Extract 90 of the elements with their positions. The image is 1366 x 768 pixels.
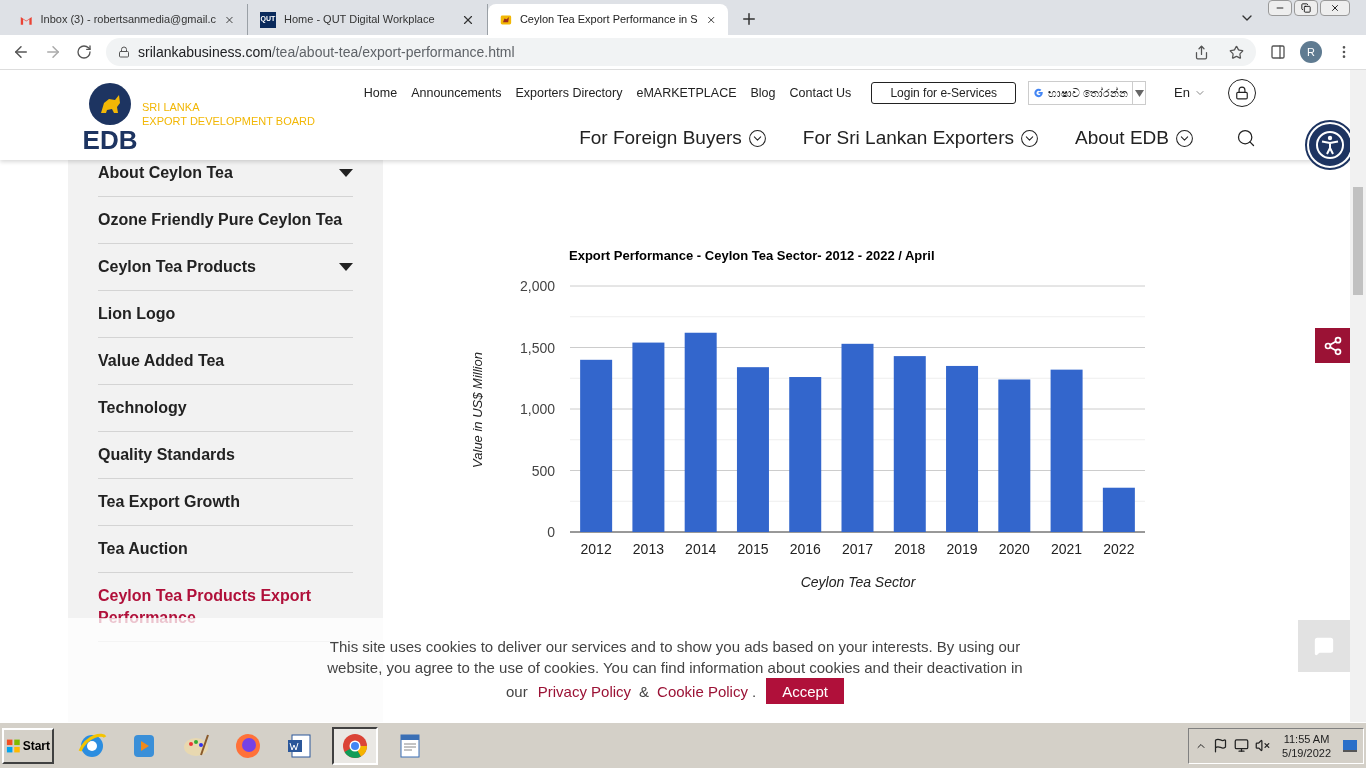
axis-tick-label: 2016 [789,541,821,557]
sidebar-item[interactable]: Ceylon Tea Products [98,244,353,291]
sidebar-item[interactable]: Lion Logo [98,291,353,338]
language-select[interactable]: භාෂාව තෝරන්න [1028,81,1147,105]
sidebar-item[interactable]: Ozone Friendly Pure Ceylon Tea [98,197,353,244]
axis-tick-label: 0 [547,524,555,540]
new-tab-icon[interactable] [740,10,758,28]
sidebar-item[interactable]: Tea Auction [98,526,353,573]
nav-link[interactable]: eMARKETPLACE [636,83,737,103]
axis-tick-label: 500 [531,462,555,479]
caret-icon[interactable] [339,169,353,177]
taskbar-button[interactable] [332,726,378,765]
tab-title: Home - QUT Digital Workplace [284,12,436,28]
axis-tick-label: 1,000 [519,401,555,417]
dropdown-triangle-icon [1134,89,1144,97]
logo-text: EXPORT DEVELOPMENT BOARD [142,114,315,128]
circle-chevron-icon [1020,128,1039,148]
tab-title: Inbox (3) - robertsanmedia@gmail.c [40,12,217,28]
nav-link[interactable]: Blog [750,83,776,103]
caret-icon[interactable] [339,263,353,271]
cookie-policy-link[interactable]: Cookie Policy [657,682,748,700]
lock-icon [1235,86,1249,100]
search-icon[interactable] [1236,128,1256,149]
axis-label: Value in US$ Million [470,352,485,468]
close-button[interactable] [1320,0,1350,16]
main-nav-item[interactable]: For Foreign Buyers [579,124,767,153]
sidebar-item[interactable]: Technology [98,385,353,432]
select-value: භාෂාව තෝරන්න [1048,85,1129,101]
axis-tick-label: 2020 [998,541,1030,557]
axis-tick-label: 2015 [737,541,769,557]
share-icon [1322,335,1343,356]
nav-link[interactable]: Announcements [411,83,502,103]
lock-icon [118,46,130,58]
address-bar[interactable]: srilankabusiness.com/tea/about-tea/export-performance.html [106,38,1256,66]
axis-tick-label: 2017 [841,541,874,557]
url-text: srilankabusiness.com/tea/about-tea/export-performance.html [138,42,515,62]
accessibility-button[interactable] [1307,122,1350,168]
flag-icon[interactable] [1213,738,1229,753]
axis-tick-label: 2022 [1103,541,1135,557]
logo-text: SRI LANKA [142,100,201,114]
axis-tick-label: 2019 [946,541,978,557]
restore-icon [1301,3,1311,13]
sidebar-item[interactable]: Quality Standards [98,432,353,479]
tab-title: Ceylon Tea Export Performance in S [519,12,698,28]
scrollbar[interactable] [1350,70,1366,722]
muted-speaker-icon[interactable] [1255,738,1271,753]
axis-tick-label: 2018 [894,541,926,557]
language-dropdown[interactable]: En [1174,83,1206,103]
windows-flag-icon [6,737,21,754]
reload-icon[interactable] [76,44,92,60]
chart-bar [1102,487,1135,532]
back-icon[interactable] [12,43,30,61]
sidebar-item[interactable]: Value Added Tea [98,338,353,385]
bookmark-star-icon[interactable] [1229,44,1244,60]
close-icon [1330,3,1340,13]
nav-link[interactable]: Home [363,83,398,103]
sidebar-item[interactable]: About Ceylon Tea [98,161,353,197]
network-icon[interactable] [1234,738,1250,753]
privacy-policy-link[interactable]: Privacy Policy [537,682,632,700]
axis-tick-label: 2012 [580,541,612,557]
accept-button[interactable]: Accept [766,678,844,704]
nav-link[interactable]: Exporters Directory [515,83,623,103]
browser-tab[interactable]: Ceylon Tea Export Performance in S [488,4,728,35]
main-nav-item[interactable]: About EDB [1075,124,1194,153]
share-icon[interactable] [1194,44,1209,60]
main-nav-item[interactable]: For Sri Lankan Exporters [802,124,1039,153]
lion-emblem-icon [89,83,131,125]
clock-date: 5/19/2022 [1282,745,1331,760]
axis-tick-label: 2014 [685,541,717,557]
axis-tick-label: 2,000 [519,278,555,294]
axis-tick-label: 2013 [632,541,664,557]
logo-initials: EDB [82,127,138,153]
person-icon [1315,130,1345,160]
profile-avatar[interactable]: R [1300,41,1322,63]
login-button[interactable]: Login for e-Services [871,82,1017,104]
clock-time: 11:55 AM [1283,731,1330,746]
show-desktop-icon[interactable] [1343,739,1357,752]
axis-label: Ceylon Tea Sector [800,574,916,590]
axis-tick-label: 1,500 [519,339,555,356]
share-button[interactable] [1315,328,1350,363]
nav-link[interactable]: Contact Us [789,83,852,103]
start-button[interactable]: Start [2,727,54,764]
restore-button[interactable] [1294,0,1318,16]
sidebar-item[interactable]: Tea Export Growth [98,479,353,526]
chat-icon [1314,636,1334,656]
circle-chevron-icon [1175,128,1194,148]
side-panel-icon[interactable] [1270,44,1286,60]
circle-chevron-icon [747,128,767,148]
chart-title: Export Performance - Ceylon Tea Sector- 2012 - 2022 / April [569,248,935,263]
axis-tick-label: 2021 [1051,541,1083,557]
